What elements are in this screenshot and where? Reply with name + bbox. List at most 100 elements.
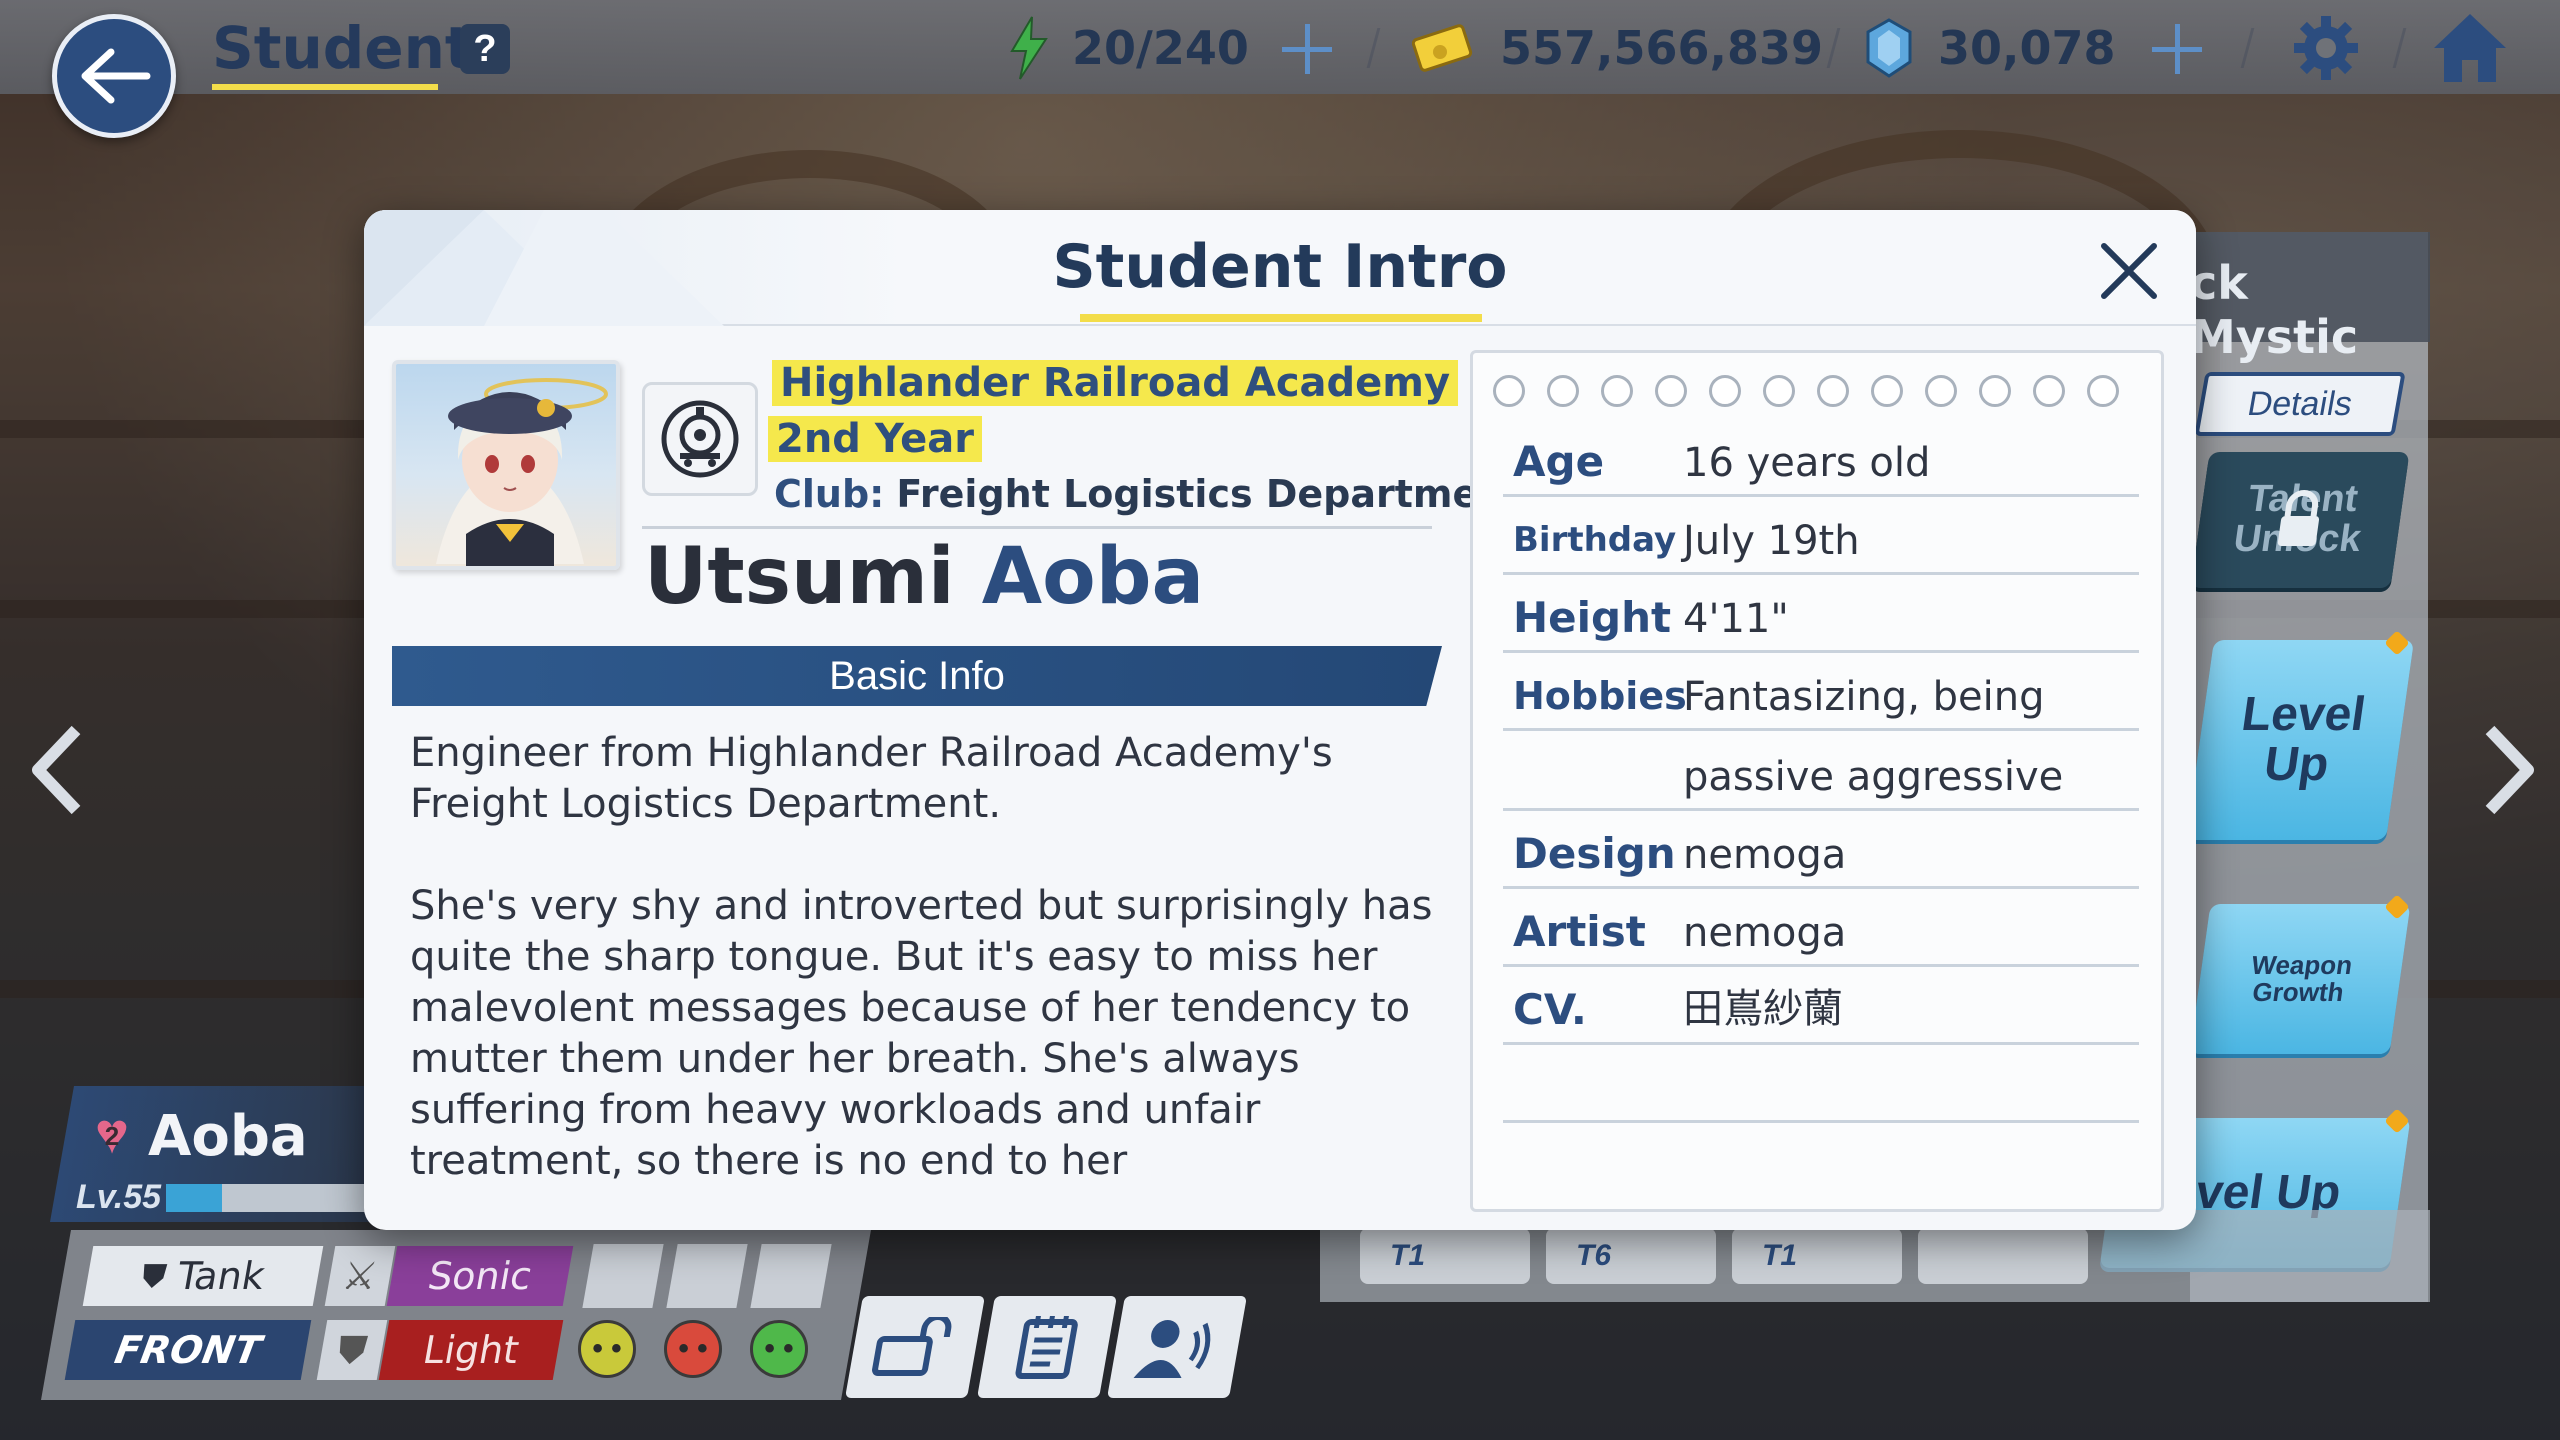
level-up-button[interactable]: Level Up	[2185, 640, 2415, 840]
design-label: Design	[1513, 829, 1676, 878]
shield-icon: ⛊	[138, 1256, 170, 1295]
role-label: Tank	[173, 1254, 269, 1298]
birthday-value: July 19th	[1683, 518, 1860, 564]
notebook-rings	[1493, 375, 2119, 407]
school-name-text: Highlander Railroad Academy	[772, 360, 1459, 406]
pyroxene-display: 30,078	[1864, 18, 2116, 78]
profile-row-artist: Artist nemoga	[1503, 889, 2139, 967]
hobbies-label: Hobbies	[1513, 674, 1687, 718]
school-emblem-icon	[642, 382, 758, 496]
stamina-value: 20/240	[1072, 21, 1249, 75]
pyroxene-value: 30,078	[1938, 21, 2116, 75]
settings-button[interactable]	[2290, 12, 2362, 84]
profile-row-height: Height 4'11"	[1503, 575, 2139, 653]
profile-row-hobbies: Hobbies Fantasizing, being	[1503, 653, 2139, 731]
outdoor-terrain-icon	[666, 1244, 748, 1308]
indoor-terrain-icon	[750, 1244, 832, 1308]
student-intro-dialog: Student Intro Highlander Railroad Academ…	[364, 210, 2196, 1230]
mystic-tab[interactable]: ck Mystic	[2160, 232, 2430, 364]
stamina-bolt-icon	[1010, 16, 1048, 80]
help-icon[interactable]: ?	[460, 24, 510, 74]
add-stamina-button[interactable]	[1278, 20, 1336, 78]
cv-value: 田嶌紗蘭	[1683, 986, 1843, 1032]
attack-icon: ⚔	[324, 1246, 396, 1306]
back-button[interactable]	[52, 14, 176, 138]
student-given-name: Aoba	[981, 532, 1205, 622]
position-badge: FRONT	[64, 1320, 312, 1380]
equipment-slot[interactable]: T6	[1546, 1228, 1716, 1284]
height-value: 4'11"	[1683, 596, 1789, 642]
urban-mood-icon: • •	[578, 1320, 636, 1378]
page-title: Student	[212, 14, 473, 82]
next-student-button[interactable]	[2474, 720, 2544, 820]
weapon-growth-label: Weapon Growth	[2249, 949, 2355, 1007]
profile-row-hobbies-cont: passive aggressive	[1503, 731, 2139, 811]
role-badge: ⛊ Tank	[82, 1246, 324, 1306]
student-portrait	[392, 360, 620, 570]
age-label: Age	[1513, 437, 1605, 486]
right-chevron-icon	[2485, 725, 2534, 815]
profile-row-cv: CV. 田嶌紗蘭	[1503, 967, 2139, 1045]
voice-speaker-icon	[1133, 1320, 1211, 1378]
student-full-name: Utsumi Aoba	[644, 532, 1204, 622]
student-family-name: Utsumi	[644, 532, 955, 622]
attack-type-badge: Sonic	[386, 1246, 574, 1306]
talent-unlock-button[interactable]: Talent Unlock	[2190, 452, 2410, 588]
weapon-growth-button[interactable]: Weapon Growth	[2189, 904, 2411, 1054]
voice-button[interactable]	[1107, 1296, 1247, 1398]
club-label: Club:	[774, 472, 885, 516]
profile-row-birthday: Birthday July 19th	[1503, 497, 2139, 575]
defense-icon: ⛊	[316, 1320, 388, 1380]
birthday-label: Birthday	[1513, 520, 1677, 560]
club-info: Club: Freight Logistics Department	[774, 472, 1523, 516]
school-name: Highlander Railroad Academy	[772, 360, 1459, 406]
home-icon	[2434, 14, 2506, 82]
name-divider	[642, 526, 1432, 529]
design-value: nemoga	[1683, 832, 1847, 878]
credit-card-icon	[1412, 24, 1473, 72]
settings-gear-icon	[2294, 16, 2358, 80]
indoor-mood-icon: • •	[750, 1320, 808, 1378]
bio-paragraph: She's very shy and introverted but surpr…	[410, 883, 1433, 1184]
bio-paragraph: Engineer from Highlander Railroad Academ…	[410, 730, 1333, 827]
profile-row-empty	[1503, 1045, 2139, 1123]
club-value: Freight Logistics Department	[896, 472, 1524, 516]
dialog-title: Student Intro	[1052, 232, 1508, 302]
bond-heart-icon: ♥ 2	[84, 1105, 140, 1163]
profile-notes-button[interactable]	[977, 1296, 1117, 1398]
unlock-icon	[872, 1317, 952, 1376]
close-icon	[2101, 243, 2157, 299]
urban-terrain-icon	[582, 1244, 664, 1308]
details-button[interactable]: Details	[2194, 372, 2406, 436]
bond-level: 2	[104, 1121, 120, 1151]
level-progress-fill	[166, 1184, 222, 1212]
school-year-text: 2nd Year	[768, 416, 983, 462]
armor-type-badge: Light	[378, 1320, 564, 1380]
profile-row-age: Age 16 years old	[1503, 419, 2139, 497]
character-name: Aoba	[148, 1104, 308, 1169]
artist-label: Artist	[1513, 907, 1646, 956]
add-pyroxene-button[interactable]	[2148, 20, 2206, 78]
home-button[interactable]	[2430, 10, 2510, 86]
character-level: Lv.55	[76, 1178, 162, 1216]
profile-notebook: Age 16 years old Birthday July 19th Heig…	[1470, 350, 2164, 1212]
equipment-slot[interactable]: T1	[1732, 1228, 1902, 1284]
notepad-icon	[1015, 1316, 1078, 1379]
age-value: 16 years old	[1683, 440, 1931, 486]
previous-student-button[interactable]	[22, 720, 92, 820]
credits-display: 557,566,839	[1412, 18, 1823, 78]
pyroxene-gem-icon	[1866, 18, 1912, 78]
cv-label: CV.	[1513, 985, 1587, 1034]
page-title-underline	[212, 84, 438, 90]
level-up-label: Level Up	[2238, 687, 2369, 791]
lock-toggle-button[interactable]	[845, 1296, 985, 1398]
close-button[interactable]	[2094, 236, 2164, 306]
equipment-slot[interactable]: T1	[1360, 1228, 1530, 1284]
dialog-title-underline	[1080, 314, 1482, 322]
student-bio[interactable]: Engineer from Highlander Railroad Academ…	[410, 728, 1450, 1228]
equipment-slot-empty[interactable]	[1918, 1228, 2088, 1284]
left-chevron-icon	[32, 725, 81, 815]
stamina-display: 20/240	[1006, 16, 1249, 80]
height-label: Height	[1513, 593, 1672, 642]
artist-value: nemoga	[1683, 910, 1847, 956]
